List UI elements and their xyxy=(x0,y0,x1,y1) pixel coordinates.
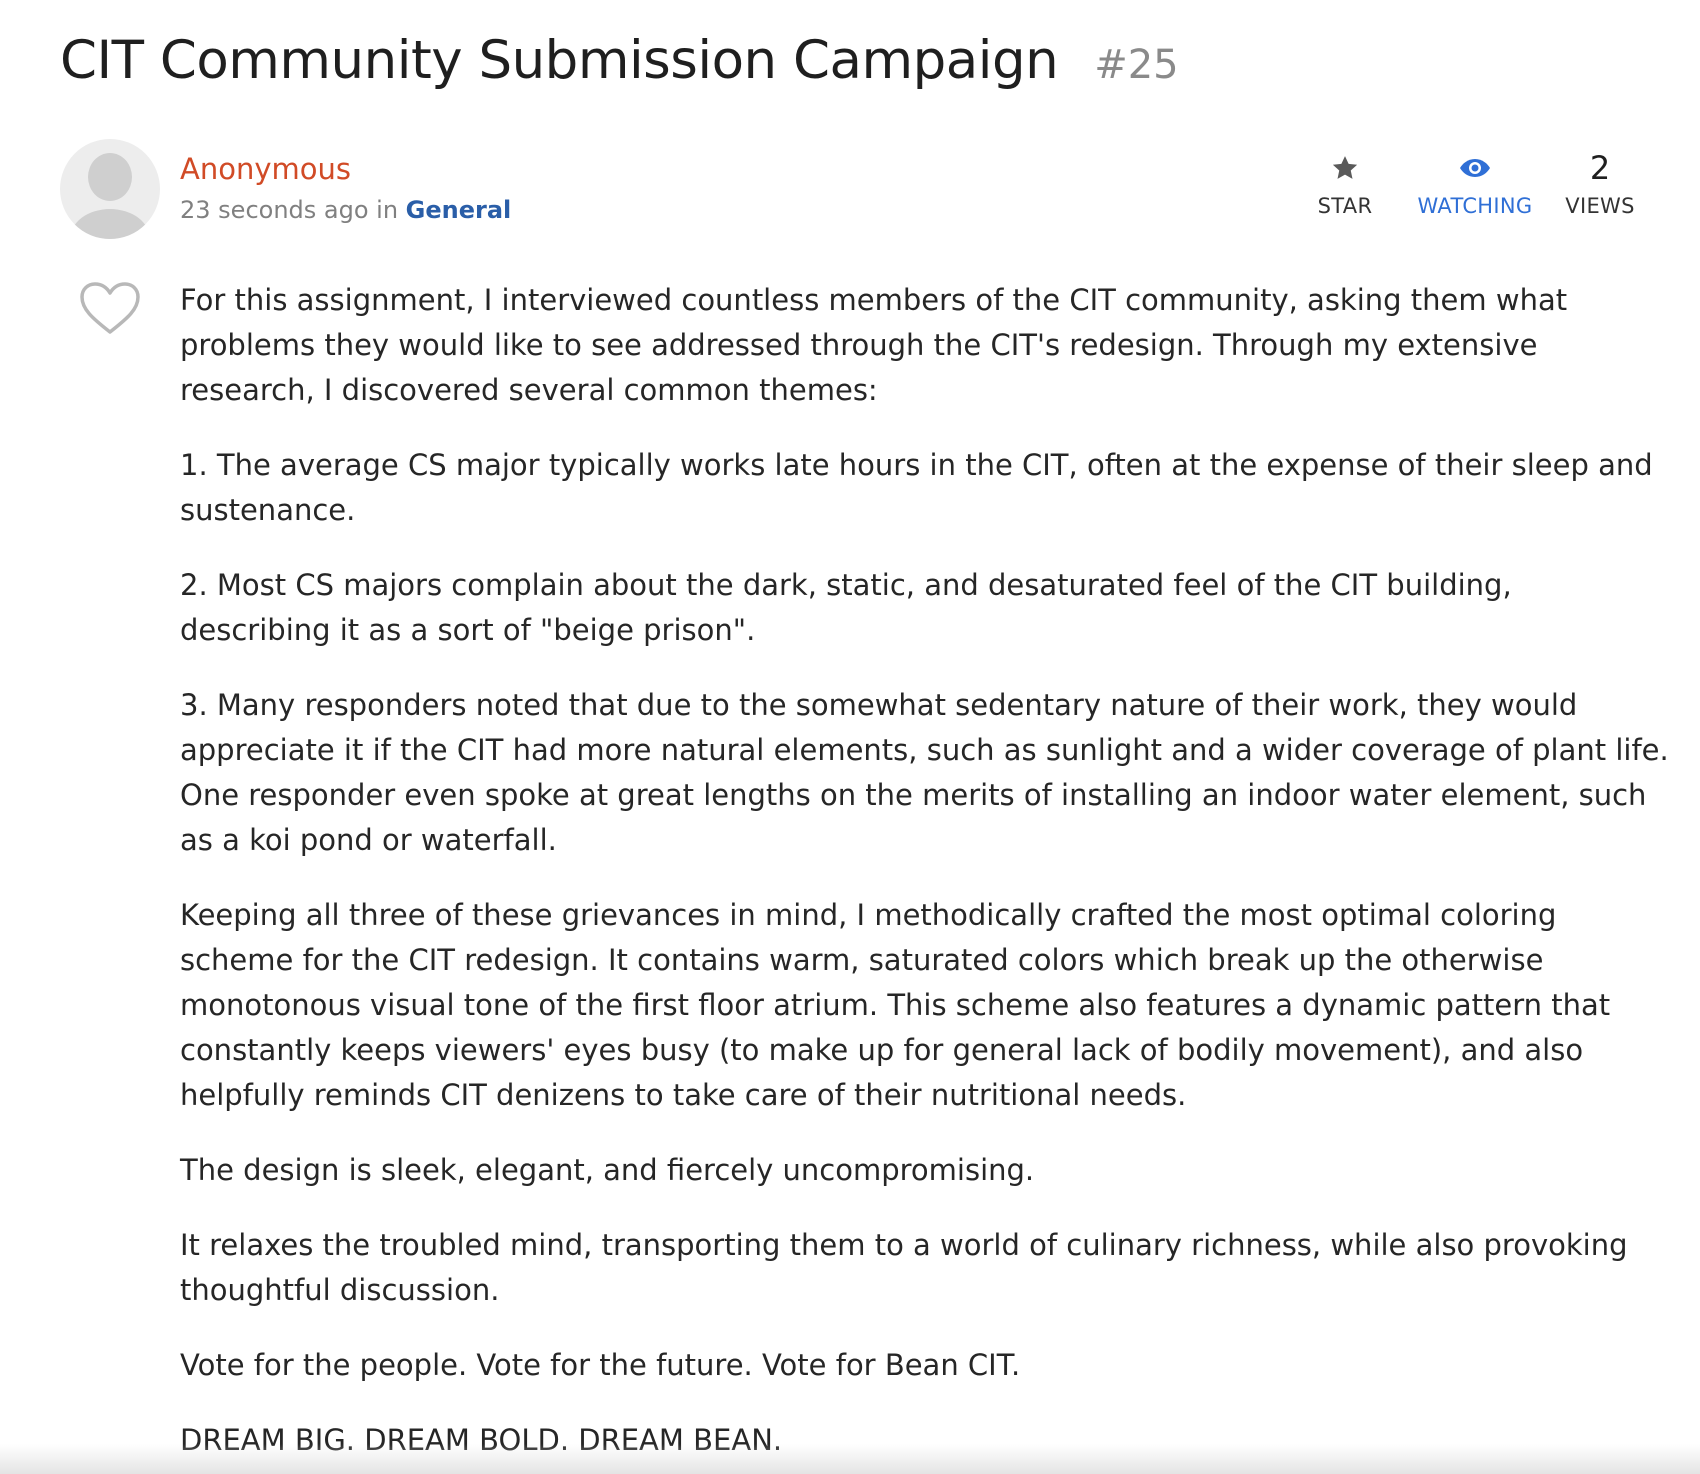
post-paragraph: 3. Many responders noted that due to the… xyxy=(180,688,1669,857)
post-paragraph: Keeping all three of these grievances in… xyxy=(180,898,1611,1112)
post-paragraph: 1. The average CS major typically works … xyxy=(180,448,1653,527)
user-avatar-icon xyxy=(60,139,160,239)
post-number: #25 xyxy=(1094,42,1179,88)
post-paragraph: For this assignment, I interviewed count… xyxy=(180,283,1568,407)
star-button[interactable]: STAR xyxy=(1300,148,1390,218)
post-time: 23 seconds ago xyxy=(180,196,369,224)
avatar-head xyxy=(88,153,132,201)
watching-button[interactable]: WATCHING xyxy=(1410,148,1540,218)
post-paragraph: The design is sleek, elegant, and fierce… xyxy=(180,1153,1035,1187)
bottom-fade xyxy=(0,1444,1700,1474)
post-body: For this assignment, I interviewed count… xyxy=(180,278,1670,1474)
star-label: STAR xyxy=(1317,194,1373,218)
meta-in-word: in xyxy=(368,196,406,224)
views-count: 2 xyxy=(1589,149,1611,187)
post-header: CIT Community Submission Campaign #25 xyxy=(60,30,1179,91)
watching-label: WATCHING xyxy=(1417,194,1533,218)
post-page: CIT Community Submission Campaign #25 An… xyxy=(0,0,1700,1474)
eye-icon xyxy=(1460,159,1490,177)
post-title: CIT Community Submission Campaign xyxy=(60,30,1059,91)
post-paragraph: 2. Most CS majors complain about the dar… xyxy=(180,568,1512,647)
post-paragraph: It relaxes the troubled mind, transporti… xyxy=(180,1228,1628,1307)
views-stat: 2 VIEWS xyxy=(1560,148,1640,218)
avatar-shoulders xyxy=(70,209,150,239)
author-name[interactable]: Anonymous xyxy=(180,152,351,186)
post-meta: 23 seconds ago in General xyxy=(180,196,511,224)
post-stats: STAR WATCHING 2 VIEWS xyxy=(1300,148,1640,228)
post-paragraph: Vote for the people. Vote for the future… xyxy=(180,1348,1021,1382)
heart-icon[interactable] xyxy=(78,280,142,336)
star-icon xyxy=(1332,156,1358,179)
category-link[interactable]: General xyxy=(406,196,512,224)
views-label: VIEWS xyxy=(1565,194,1635,218)
